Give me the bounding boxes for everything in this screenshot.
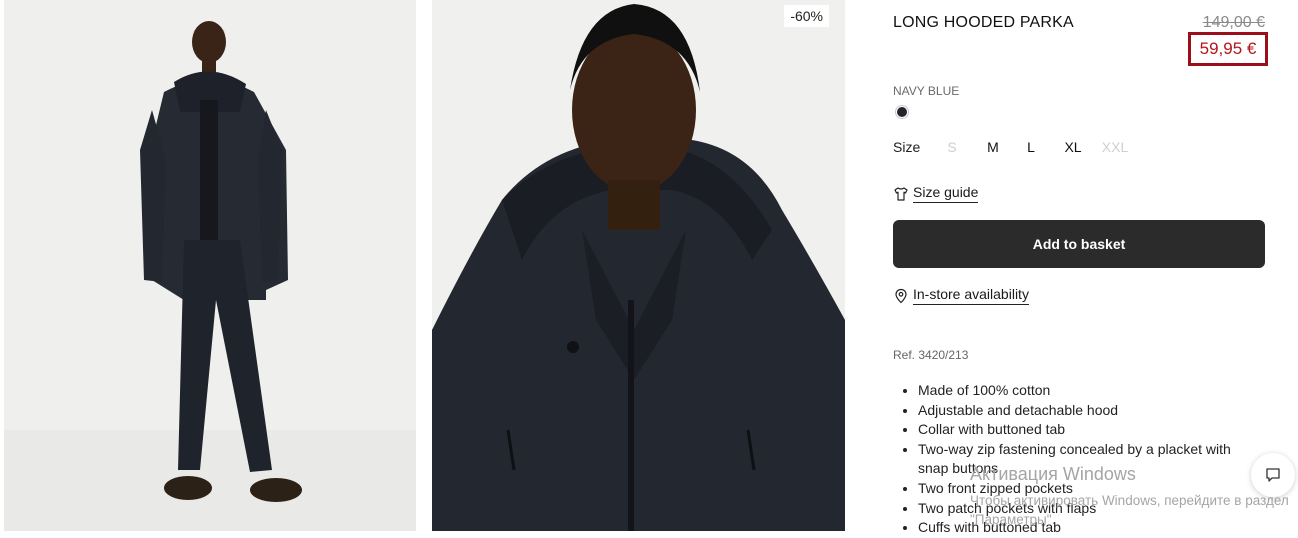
size-option-xxl[interactable]: XXL (1101, 139, 1129, 155)
size-guide-label: Size guide (913, 184, 979, 203)
model-closeup-illustration (432, 0, 845, 531)
discount-badge: -60% (784, 5, 829, 27)
size-selector: Size S M L XL XXL (893, 139, 1129, 155)
location-pin-icon (895, 288, 907, 303)
product-title: LONG HOODED PARKA (893, 14, 1074, 31)
color-swatch-navy-blue[interactable] (895, 105, 909, 119)
feature-item: Two front zipped pockets (918, 479, 1258, 499)
feature-item: Two-way zip fastening concealed by a pla… (918, 440, 1258, 479)
swatch-dot (897, 107, 907, 117)
color-name: NAVY BLUE (893, 84, 960, 98)
size-guide-link[interactable]: Size guide (893, 184, 979, 203)
chat-button[interactable] (1251, 453, 1295, 497)
product-reference: Ref. 3420/213 (893, 348, 969, 362)
product-info-panel: LONG HOODED PARKA 149,00 € 59,95 € NAVY … (893, 0, 1273, 535)
size-label: Size (893, 139, 921, 155)
in-store-availability-label: In-store availability (913, 286, 1029, 305)
feature-item: Collar with buttoned tab (918, 420, 1258, 440)
feature-item: Cuffs with buttoned tab (918, 518, 1258, 538)
tshirt-icon (894, 186, 908, 201)
product-image-closeup[interactable]: -60% (432, 0, 845, 531)
product-image-full-length[interactable] (4, 0, 416, 531)
size-option-m[interactable]: M (985, 139, 1001, 155)
in-store-availability-link[interactable]: In-store availability (893, 286, 1029, 305)
original-price: 149,00 € (1202, 14, 1265, 31)
size-option-l[interactable]: L (1025, 139, 1037, 155)
feature-item: Adjustable and detachable hood (918, 401, 1258, 421)
size-option-s[interactable]: S (945, 139, 959, 155)
add-to-basket-button[interactable]: Add to basket (893, 220, 1265, 268)
model-full-length-illustration (4, 0, 416, 531)
size-option-xl[interactable]: XL (1063, 139, 1083, 155)
sale-price: 59,95 € (1188, 32, 1268, 66)
feature-item: Two patch pockets with flaps (918, 499, 1258, 519)
feature-list: Made of 100% cotton Adjustable and detac… (903, 381, 1258, 538)
feature-item: Made of 100% cotton (918, 381, 1258, 401)
chat-icon (1266, 468, 1280, 482)
